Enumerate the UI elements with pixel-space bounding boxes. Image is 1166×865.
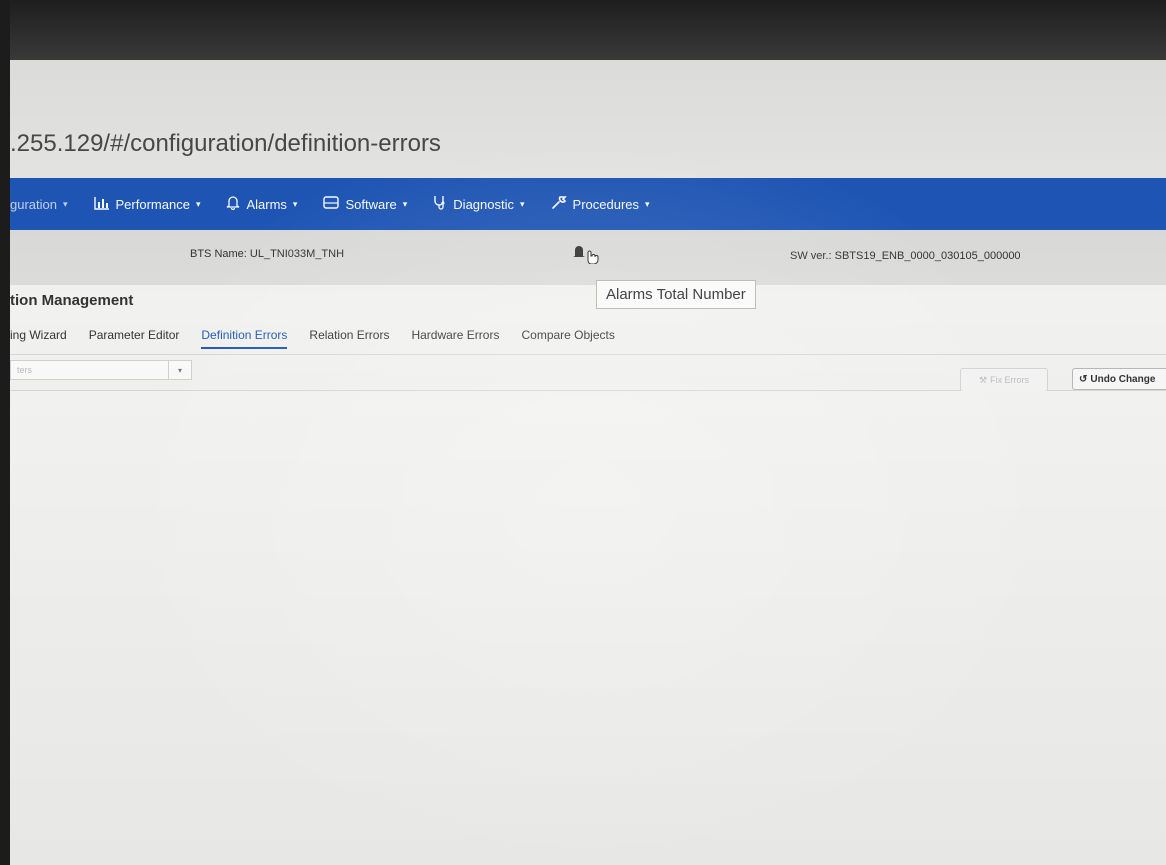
nav-configuration-label: guration <box>10 196 57 212</box>
tab-commissioning-wizard[interactable]: ing Wizard <box>10 328 67 347</box>
nav-procedures[interactable]: Procedures ▾ <box>551 195 650 213</box>
browser-address-area: .255.129/#/configuration/definition-erro… <box>10 60 1166 178</box>
bell-icon[interactable] <box>572 242 600 269</box>
page-title: tion Management <box>10 292 134 309</box>
alarms-total-tooltip: Alarms Total Number <box>596 280 756 309</box>
nav-software[interactable]: Software ▾ <box>323 196 407 212</box>
wrench-icon: ⚒ <box>978 374 988 385</box>
sw-version: SW ver.: SBTS19_ENB_0000_030105_000000 <box>790 250 1021 262</box>
wrench-icon <box>551 195 567 213</box>
chevron-down-icon: ▾ <box>402 198 408 209</box>
tab-relation-errors[interactable]: Relation Errors <box>309 328 389 347</box>
chevron-down-icon: ▾ <box>195 198 201 209</box>
nav-procedures-label: Procedures <box>572 196 640 212</box>
monitor-bezel-left <box>0 0 10 865</box>
bar-chart-icon <box>93 196 110 213</box>
undo-label: Undo Change <box>1090 373 1156 385</box>
hdd-icon <box>323 196 340 212</box>
fix-errors-label: Fix Errors <box>990 375 1030 385</box>
nav-performance[interactable]: Performance ▾ <box>93 196 201 213</box>
nav-performance-label: Performance <box>115 196 190 212</box>
tab-bar: ing Wizard Parameter Editor Definition E… <box>10 328 1166 355</box>
chevron-down-icon: ▾ <box>292 198 298 209</box>
chevron-down-icon: ▾ <box>520 198 525 209</box>
filter-select[interactable]: ters ▾ <box>10 360 192 380</box>
undo-icon: ↺ <box>1079 373 1088 385</box>
nav-software-label: Software <box>345 196 397 212</box>
address-bar-url[interactable]: .255.129/#/configuration/definition-erro… <box>10 130 441 158</box>
chevron-down-icon: ▾ <box>62 198 68 209</box>
tab-compare-objects[interactable]: Compare Objects <box>521 328 614 347</box>
nav-configuration[interactable]: guration ▾ <box>10 197 68 212</box>
screen: .255.129/#/configuration/definition-erro… <box>10 60 1166 865</box>
fix-errors-button[interactable]: ⚒ Fix Errors <box>960 368 1048 392</box>
filter-placeholder: ters <box>17 365 33 375</box>
errors-toolbar: ters ▾ ⚒ Fix Errors ↺ Undo Change <box>10 356 1166 392</box>
main-navbar: guration ▾ Performance ▾ Alarms ▾ Softwa… <box>10 178 1166 230</box>
errors-content-area <box>10 391 1166 865</box>
nav-diagnostic[interactable]: Diagnostic ▾ <box>433 195 525 213</box>
tab-hardware-errors[interactable]: Hardware Errors <box>411 328 499 347</box>
nav-alarms-label: Alarms <box>246 196 287 212</box>
stethoscope-icon <box>433 195 447 213</box>
nav-alarms[interactable]: Alarms ▾ <box>226 195 297 213</box>
bell-icon <box>226 195 240 213</box>
monitor-bezel-top <box>0 0 1166 62</box>
undo-changes-button[interactable]: ↺ Undo Change <box>1072 368 1166 390</box>
tab-parameter-editor[interactable]: Parameter Editor <box>89 328 180 347</box>
tab-definition-errors[interactable]: Definition Errors <box>201 328 288 349</box>
bts-name: BTS Name: UL_TNI033M_TNH <box>190 248 345 260</box>
chevron-down-icon[interactable]: ▾ <box>168 360 191 380</box>
bts-info-bar: BTS Name: UL_TNI033M_TNH SW ver.: SBTS19… <box>10 230 1166 285</box>
chevron-down-icon: ▾ <box>645 198 650 209</box>
nav-diagnostic-label: Diagnostic <box>453 196 514 212</box>
